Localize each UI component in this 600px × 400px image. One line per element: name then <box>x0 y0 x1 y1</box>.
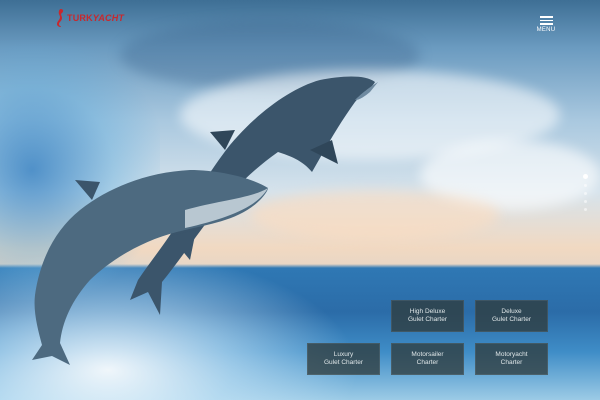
tile-high-deluxe-gulet-charter[interactable]: High Deluxe Gulet Charter <box>391 300 464 332</box>
logo[interactable]: TURKYACHT <box>56 8 124 28</box>
tile-luxury-gulet-charter[interactable]: Luxury Gulet Charter <box>307 343 380 375</box>
dolphins-image <box>32 76 378 365</box>
hero-background <box>0 0 600 400</box>
tile-line1: Deluxe <box>501 308 522 315</box>
tile-line2: Gulet Charter <box>407 316 448 323</box>
slider-dot-5[interactable] <box>584 208 587 211</box>
tile-line1: Motorsailer <box>411 351 444 358</box>
tile-deluxe-gulet-charter[interactable]: Deluxe Gulet Charter <box>475 300 548 332</box>
tile-motoryacht-charter[interactable]: Motoryacht Charter <box>475 343 548 375</box>
logo-brand-b: YACHT <box>92 13 125 23</box>
tile-motorsailer-charter[interactable]: Motorsailer Charter <box>391 343 464 375</box>
menu-button[interactable]: MENU <box>532 14 560 33</box>
logo-brand-a: TURK <box>67 13 93 23</box>
tile-line2: Gulet Charter <box>491 316 532 323</box>
slider-dots <box>583 174 588 216</box>
tile-line1: High Deluxe <box>409 308 446 315</box>
slider-dot-1[interactable] <box>583 174 588 179</box>
logo-text: TURKYACHT <box>67 13 124 23</box>
tile-line1: Motoryacht <box>495 351 528 358</box>
tile-line2: Charter <box>416 359 439 366</box>
tile-line2: Gulet Charter <box>323 359 364 366</box>
tile-line2: Charter <box>500 359 523 366</box>
slider-dot-4[interactable] <box>584 200 587 203</box>
slider-dot-2[interactable] <box>584 184 587 187</box>
hamburger-icon <box>532 16 560 25</box>
tile-line1: Luxury <box>333 351 354 358</box>
seahorse-icon <box>57 9 64 27</box>
menu-label: MENU <box>536 26 556 33</box>
slider-dot-3[interactable] <box>584 192 587 195</box>
